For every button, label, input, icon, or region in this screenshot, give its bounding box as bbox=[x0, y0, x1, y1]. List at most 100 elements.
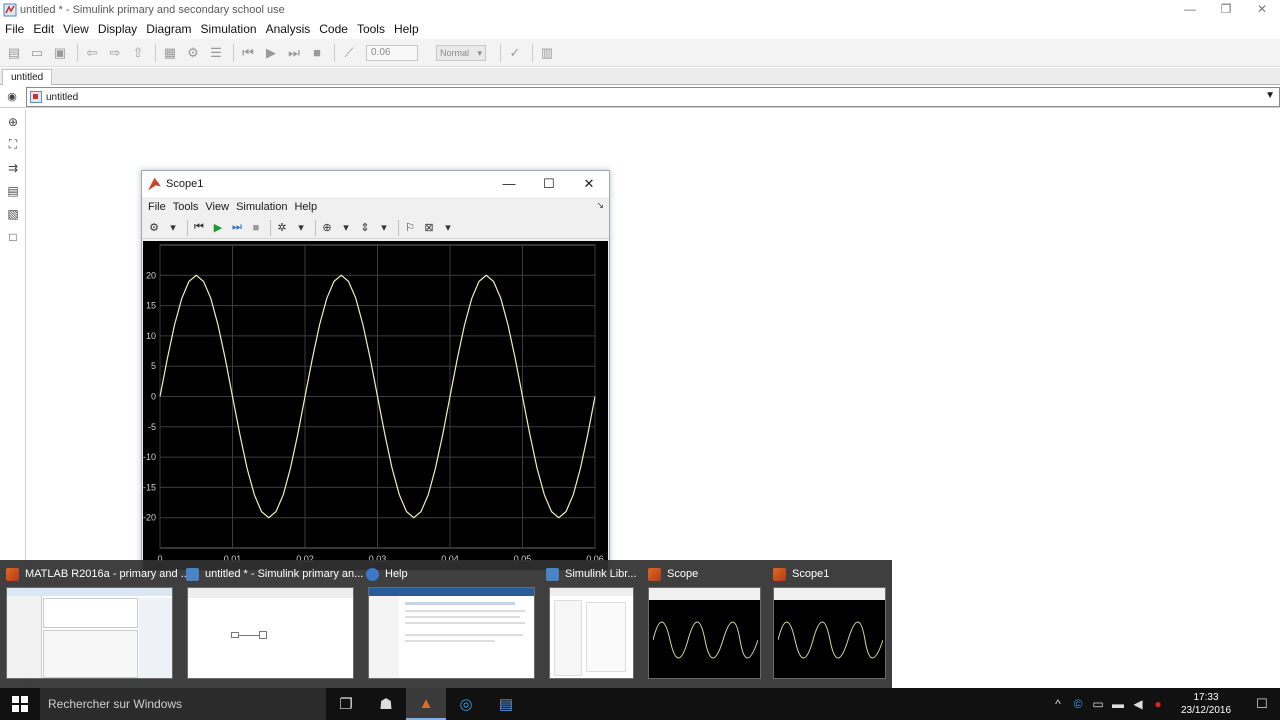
menu-diagram[interactable]: Diagram bbox=[146, 22, 191, 36]
settings-icon[interactable]: ⚙ bbox=[146, 220, 162, 236]
scope-chart[interactable]: 0 0.01 0.02 0.03 0.04 0.05 0.0620151050-5-10-1… bbox=[143, 241, 608, 570]
toolbar-separator bbox=[187, 219, 188, 236]
stop-icon[interactable]: ■ bbox=[307, 43, 327, 63]
step-back-icon[interactable]: ⏮ bbox=[191, 220, 207, 236]
explorer-icon[interactable]: ☰ bbox=[206, 43, 226, 63]
tray-app-icon[interactable]: © bbox=[1068, 697, 1088, 711]
open-folder-icon[interactable]: ▭ bbox=[27, 43, 47, 63]
preview-scope[interactable]: Scope bbox=[642, 560, 767, 688]
arrow-icon[interactable]: ⇉ bbox=[0, 156, 26, 179]
matlab-icon bbox=[6, 567, 19, 581]
cursor-measurements-icon[interactable]: ⊠ bbox=[421, 220, 437, 236]
browser-icon[interactable]: ◎ bbox=[446, 688, 486, 720]
scope-menu-help[interactable]: Help bbox=[294, 201, 317, 213]
save-icon[interactable]: ▣ bbox=[50, 43, 70, 63]
up-arrow-icon[interactable]: ⇧ bbox=[128, 43, 148, 63]
data-inspector-icon[interactable]: ⟋ bbox=[339, 43, 359, 63]
preview-thumbnail bbox=[187, 587, 354, 679]
close-button[interactable]: ✕ bbox=[569, 171, 609, 197]
battery-icon[interactable]: ▬ bbox=[1108, 697, 1128, 711]
chevron-down-icon[interactable]: ▾ bbox=[338, 220, 354, 236]
scope-menu-view[interactable]: View bbox=[205, 201, 229, 213]
fit-to-view-icon[interactable]: ⛶ bbox=[0, 133, 26, 156]
minimize-button[interactable]: — bbox=[1172, 0, 1208, 20]
run-icon[interactable]: ▶ bbox=[210, 220, 226, 236]
scope-menu-tools[interactable]: Tools bbox=[173, 201, 199, 213]
menu-edit[interactable]: Edit bbox=[33, 22, 54, 36]
chevron-down-icon[interactable]: ▾ bbox=[293, 220, 309, 236]
measurements-icon[interactable]: ⚐ bbox=[402, 220, 418, 236]
model-settings-icon[interactable]: ⚙ bbox=[183, 43, 203, 63]
preview-scope1[interactable]: Scope1 bbox=[767, 560, 892, 688]
preview-matlab[interactable]: MATLAB R2016a - primary and ... bbox=[0, 560, 190, 688]
area-icon[interactable]: □ bbox=[0, 225, 26, 248]
step-back-icon[interactable]: ⏮ bbox=[238, 43, 258, 63]
forward-arrow-icon[interactable]: ⇨ bbox=[105, 43, 125, 63]
menu-display[interactable]: Display bbox=[98, 22, 137, 36]
matlab-taskbar-icon[interactable]: ▲ bbox=[406, 688, 446, 720]
autoscale-icon[interactable]: ⇕ bbox=[357, 220, 373, 236]
toolbar-separator bbox=[532, 43, 533, 62]
menu-simulation[interactable]: Simulation bbox=[201, 22, 257, 36]
model-breadcrumb[interactable]: untitled ▼ bbox=[26, 87, 1280, 107]
new-model-icon[interactable]: ▤ bbox=[4, 43, 24, 63]
chevron-down-icon[interactable]: ▼ bbox=[1265, 90, 1275, 101]
library-browser-icon[interactable]: ▦ bbox=[160, 43, 180, 63]
main-toolbar: ▤ ▭ ▣ ⇦ ⇨ ⇧ ▦ ⚙ ☰ ⏮ ▶ ⏭ ■ ⟋ 0.06 Normal … bbox=[0, 39, 1280, 67]
image-icon[interactable]: ▧ bbox=[0, 202, 26, 225]
stop-time-field[interactable]: 0.06 bbox=[366, 44, 418, 61]
preview-help[interactable]: Help bbox=[360, 560, 540, 688]
scope-plot[interactable]: 0 0.01 0.02 0.03 0.04 0.05 0.06 20 15 10 5 0 -5 -10 -1… bbox=[143, 241, 608, 570]
build-icon[interactable]: ▥ bbox=[537, 43, 557, 63]
y-tick-label: 10 bbox=[146, 331, 156, 341]
preview-thumbnail bbox=[549, 587, 634, 679]
antivirus-icon[interactable]: ● bbox=[1148, 697, 1168, 711]
scope-menu-file[interactable]: File bbox=[148, 201, 166, 213]
scope-menu-simulation[interactable]: Simulation bbox=[236, 201, 287, 213]
volume-icon[interactable]: ◀ bbox=[1128, 697, 1148, 711]
stop-icon[interactable]: ■ bbox=[248, 220, 264, 236]
chevron-down-icon[interactable]: ▾ bbox=[376, 220, 392, 236]
annotation-icon[interactable]: ▤ bbox=[0, 179, 26, 202]
hide-explorer-icon[interactable]: ◉ bbox=[0, 90, 24, 103]
close-button[interactable]: ✕ bbox=[1244, 0, 1280, 20]
zoom-icon[interactable]: ⊕ bbox=[319, 220, 335, 236]
chevron-up-icon[interactable]: ^ bbox=[1048, 697, 1068, 711]
action-center-icon[interactable]: ☐ bbox=[1244, 696, 1280, 712]
network-icon[interactable]: ▭ bbox=[1088, 697, 1108, 711]
highlight-icon[interactable]: ✲ bbox=[274, 220, 290, 236]
menu-analysis[interactable]: Analysis bbox=[266, 22, 311, 36]
menu-tools[interactable]: Tools bbox=[357, 22, 385, 36]
menu-bar: File Edit View Display Diagram Simulatio… bbox=[0, 20, 1280, 38]
clock[interactable]: 17:33 23/12/2016 bbox=[1168, 691, 1244, 717]
run-icon[interactable]: ▶ bbox=[261, 43, 281, 63]
chevron-down-icon[interactable]: ▾ bbox=[165, 220, 181, 236]
restore-button[interactable]: ❐ bbox=[1208, 0, 1244, 20]
zoom-icon[interactable]: ⊕ bbox=[0, 110, 26, 133]
task-view-icon[interactable]: ❐ bbox=[326, 688, 366, 720]
chevron-down-icon[interactable]: ▾ bbox=[440, 220, 456, 236]
menu-file[interactable]: File bbox=[5, 22, 24, 36]
menu-help[interactable]: Help bbox=[394, 22, 419, 36]
maximize-button[interactable]: ☐ bbox=[529, 171, 569, 197]
menu-code[interactable]: Code bbox=[319, 22, 348, 36]
preview-title: Simulink Libr... bbox=[565, 568, 637, 580]
app-icon[interactable]: ☗ bbox=[366, 688, 406, 720]
dock-icon[interactable]: ↘ bbox=[596, 200, 604, 211]
preview-thumbnail bbox=[648, 587, 761, 679]
menu-view[interactable]: View bbox=[63, 22, 89, 36]
taskbar-search[interactable]: Rechercher sur Windows bbox=[40, 688, 326, 720]
preview-simulink[interactable]: untitled * - Simulink primary an... bbox=[180, 560, 363, 688]
preview-simulink-library[interactable]: Simulink Libr... bbox=[540, 560, 640, 688]
tab-untitled[interactable]: untitled bbox=[2, 69, 53, 85]
document-icon[interactable]: ▤ bbox=[486, 688, 526, 720]
back-arrow-icon[interactable]: ⇦ bbox=[82, 43, 102, 63]
preview-thumbnail bbox=[6, 587, 173, 679]
start-button[interactable] bbox=[0, 688, 40, 720]
windows-logo-icon bbox=[12, 696, 28, 712]
model-advisor-icon[interactable]: ✓ bbox=[505, 43, 525, 63]
step-forward-icon[interactable]: ⏭ bbox=[229, 220, 245, 236]
simulation-mode-select[interactable]: Normal bbox=[436, 44, 486, 61]
step-forward-icon[interactable]: ⏭ bbox=[284, 43, 304, 63]
minimize-button[interactable]: — bbox=[489, 171, 529, 197]
